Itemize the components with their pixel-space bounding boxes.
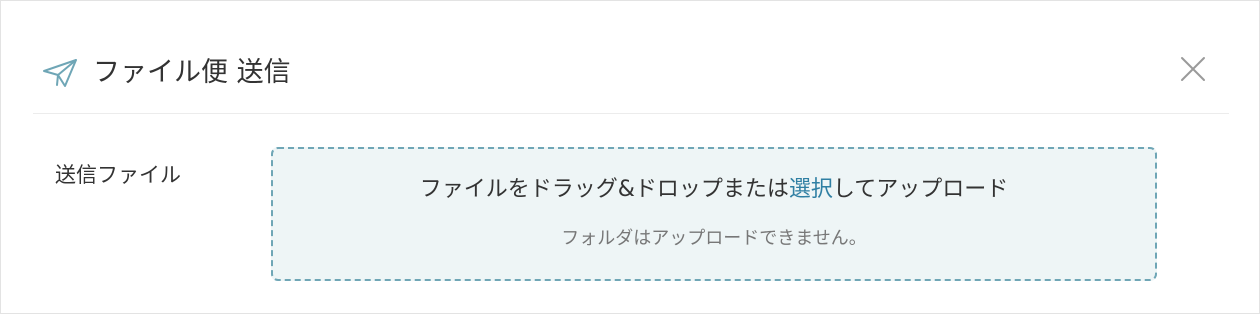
select-file-link[interactable]: 選択	[789, 177, 833, 202]
paper-plane-icon	[43, 59, 77, 87]
close-icon[interactable]	[1179, 55, 1207, 83]
dropzone-text-before: ファイルをドラッグ&ドロップまたは	[419, 177, 789, 202]
file-dropzone[interactable]: ファイルをドラッグ&ドロップまたは選択してアップロード フォルダはアップロードで…	[271, 147, 1157, 281]
modal-header: ファイル便 送信	[33, 1, 1229, 114]
dropzone-instruction: ファイルをドラッグ&ドロップまたは選択してアップロード	[273, 175, 1155, 205]
send-file-label: 送信ファイル	[55, 163, 181, 187]
modal-title: ファイル便 送信	[93, 57, 291, 88]
dropzone-text-after: してアップロード	[832, 177, 1009, 202]
file-send-modal: ファイル便 送信 送信ファイル ファイルをドラッグ&ドロップまたは選択してアップ…	[0, 0, 1260, 314]
dropzone-note: フォルダはアップロードできません。	[561, 228, 867, 249]
